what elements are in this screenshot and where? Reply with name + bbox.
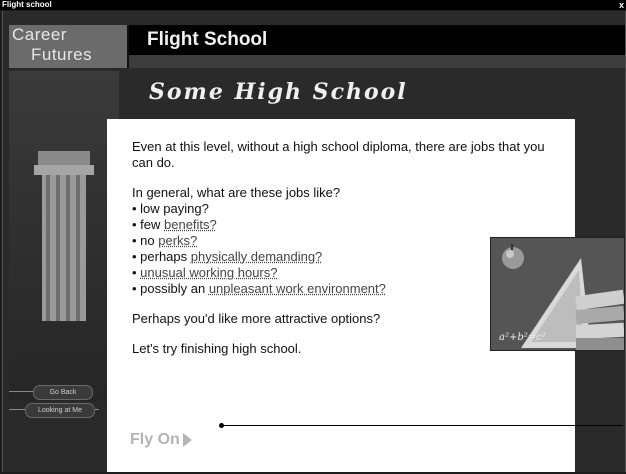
- benefits-link[interactable]: benefits?: [164, 217, 217, 232]
- pointer-line: [223, 425, 623, 426]
- unusual-working-hours-link[interactable]: unusual working hours?: [140, 265, 277, 280]
- window-titlebar: Flight school x: [0, 0, 626, 10]
- list-item: • few benefits?: [132, 217, 217, 232]
- subheader-bar: [129, 55, 625, 68]
- section-heading: Some High School: [149, 79, 408, 105]
- arrow-right-icon: [182, 432, 192, 447]
- pillar-icon: [34, 151, 94, 321]
- close-icon[interactable]: x: [619, 0, 624, 10]
- equation-label: a²+b²=c²: [499, 332, 546, 343]
- fly-on-button[interactable]: Fly On: [130, 431, 192, 449]
- header-bar: Flight School: [129, 25, 625, 55]
- perks-link[interactable]: perks?: [158, 233, 197, 248]
- logo-line-career: Career: [12, 25, 67, 44]
- app-window: Career Futures Flight School Go Back Loo…: [2, 11, 626, 472]
- question-text: In general, what are these jobs like?: [132, 185, 341, 200]
- window-title: Flight school: [2, 0, 52, 9]
- school-supplies-photo: a²+b²=c²: [490, 237, 625, 351]
- page-title: Flight School: [147, 29, 268, 50]
- intro-text: Even at this level, without a high schoo…: [132, 139, 545, 170]
- go-back-button[interactable]: Go Back: [33, 385, 93, 400]
- looking-at-me-button[interactable]: Looking at Me: [25, 403, 95, 418]
- unpleasant-work-environment-link[interactable]: unpleasant work environment?: [209, 281, 386, 296]
- list-item: • low paying?: [132, 201, 209, 216]
- fly-on-label: Fly On: [130, 431, 180, 448]
- school-supplies-image: a²+b²=c²: [491, 238, 624, 350]
- logo-line-futures: Futures: [31, 45, 93, 64]
- physically-demanding-link[interactable]: physically demanding?: [191, 249, 323, 264]
- column-illustration: [9, 71, 119, 401]
- career-futures-logo: Career Futures: [9, 25, 129, 68]
